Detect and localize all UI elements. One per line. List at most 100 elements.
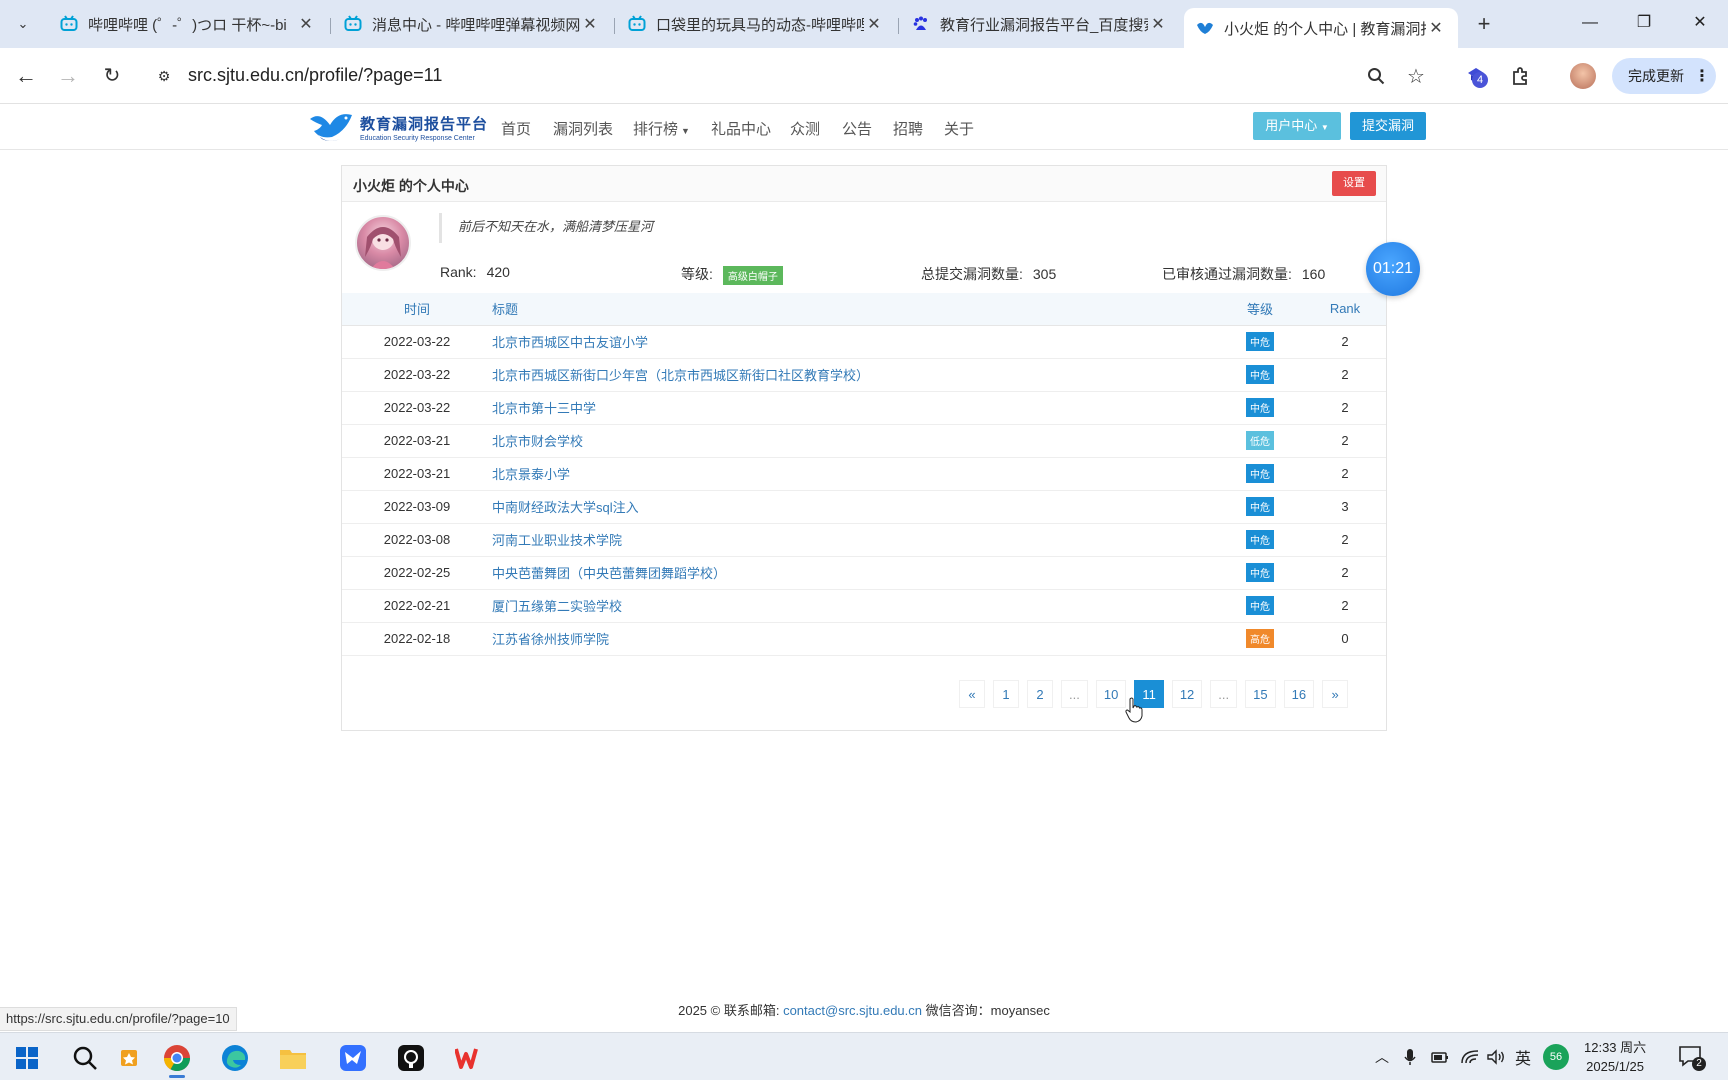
- cell-date: 2022-03-08: [342, 523, 492, 557]
- tab-bilibili-home[interactable]: 哔哩哔哩 (゜-゜)つロ 干杯~-bi ✕: [48, 8, 328, 40]
- close-window-button[interactable]: ✕: [1680, 8, 1720, 38]
- bookmark-star-icon[interactable]: ☆: [1402, 62, 1430, 90]
- start-menu-icon[interactable]: [10, 1041, 44, 1075]
- user-avatar: [355, 215, 411, 271]
- footer-email-link[interactable]: contact@src.sjtu.edu.cn: [783, 1003, 922, 1018]
- tab-close-icon[interactable]: ✕: [864, 14, 884, 34]
- vuln-title-link[interactable]: 北京市西城区新街口少年宫（北京市西城区新街口社区教育学校）: [492, 368, 869, 383]
- nav-vuln-list[interactable]: 漏洞列表: [553, 118, 613, 139]
- back-button[interactable]: ←: [12, 62, 40, 90]
- logo-bird-icon: [310, 114, 352, 141]
- edge-icon[interactable]: [218, 1041, 252, 1075]
- page-button[interactable]: 16: [1283, 680, 1315, 708]
- tab-close-icon[interactable]: ✕: [296, 14, 316, 34]
- tab-bilibili-dynamic[interactable]: 口袋里的玩具马的动态-哔哩哔哩 ✕: [616, 8, 896, 40]
- cell-rank: 2: [1304, 457, 1386, 491]
- battery-level: 56: [1543, 1044, 1569, 1070]
- nav-leaderboard[interactable]: 排行榜 ▼: [633, 118, 690, 139]
- wps-icon[interactable]: [452, 1041, 486, 1075]
- edusrc-icon: [1196, 19, 1214, 37]
- submit-vuln-button[interactable]: 提交漏洞: [1350, 112, 1426, 140]
- cell-date: 2022-03-21: [342, 457, 492, 491]
- tab-close-icon[interactable]: ✕: [1148, 14, 1168, 34]
- stat-approved-value: 160: [1301, 266, 1326, 282]
- cell-level: 高危: [1216, 622, 1304, 656]
- floating-timer[interactable]: 01:21: [1366, 242, 1420, 296]
- pinned-app-icon[interactable]: [112, 1041, 146, 1075]
- zoom-icon[interactable]: [1362, 62, 1390, 90]
- tab-bilibili-messages[interactable]: 消息中心 - 哔哩哔哩弹幕视频网 ✕: [332, 8, 612, 40]
- tray-chevron-up-icon[interactable]: ︿: [1372, 1045, 1392, 1069]
- site-logo[interactable]: 教育漏洞报告平台 Education Security Response Cen…: [306, 109, 488, 145]
- tab-baidu-search[interactable]: 教育行业漏洞报告平台_百度搜索 ✕: [900, 8, 1180, 40]
- update-button[interactable]: 完成更新 ⋮: [1612, 58, 1716, 94]
- new-tab-button[interactable]: +: [1470, 10, 1498, 38]
- page-button[interactable]: 2: [1027, 680, 1053, 708]
- footer-wechat: 微信咨询：moyansec: [925, 1003, 1050, 1018]
- minimize-button[interactable]: —: [1570, 8, 1610, 38]
- vuln-title-link[interactable]: 北京景泰小学: [492, 467, 570, 482]
- table-header-row: 时间 标题 等级 Rank: [342, 293, 1386, 326]
- cell-date: 2022-02-21: [342, 589, 492, 623]
- nav-gift-center[interactable]: 礼品中心: [711, 118, 771, 139]
- github-icon[interactable]: [394, 1041, 428, 1075]
- extensions-puzzle-icon[interactable]: [1506, 62, 1534, 90]
- vuln-title-link[interactable]: 北京市西城区中古友谊小学: [492, 335, 648, 350]
- file-explorer-icon[interactable]: [276, 1041, 310, 1075]
- microphone-icon[interactable]: [1400, 1045, 1420, 1069]
- page-button[interactable]: 10: [1095, 680, 1127, 708]
- nav-about[interactable]: 关于: [944, 118, 974, 139]
- address-bar-input[interactable]: src.sjtu.edu.cn/profile/?page=11: [188, 65, 442, 86]
- panel-header: 小火炬 的个人中心 设置: [342, 166, 1386, 202]
- page-button[interactable]: 12: [1171, 680, 1203, 708]
- battery-indicator[interactable]: 56: [1542, 1044, 1570, 1070]
- user-signature: 前后不知天在水，满船清梦压星河: [439, 213, 1039, 243]
- page-next-button[interactable]: »: [1322, 680, 1349, 708]
- vuln-title-link[interactable]: 厦门五缘第二实验学校: [492, 599, 622, 614]
- cell-title: 中央芭蕾舞团（中央芭蕾舞团舞蹈学校）: [492, 556, 1216, 590]
- vuln-title-link[interactable]: 北京市第十三中学: [492, 401, 596, 416]
- reload-button[interactable]: ↻: [98, 62, 126, 90]
- nav-jobs[interactable]: 招聘: [893, 118, 923, 139]
- page-button[interactable]: 15: [1245, 680, 1276, 708]
- severity-badge: 中危: [1246, 497, 1274, 516]
- tab-close-icon[interactable]: ✕: [580, 14, 600, 34]
- tab-close-icon[interactable]: ✕: [1426, 18, 1446, 38]
- vuln-title-link[interactable]: 江苏省徐州技师学院: [492, 632, 609, 647]
- search-icon[interactable]: [68, 1041, 102, 1075]
- forward-button[interactable]: →: [54, 62, 82, 90]
- status-bar-url: https://src.sjtu.edu.cn/profile/?page=10: [0, 1007, 237, 1031]
- settings-button[interactable]: 设置: [1332, 171, 1376, 196]
- col-header-title: 标题: [492, 293, 1216, 326]
- chrome-icon[interactable]: [160, 1041, 194, 1078]
- page-prev-button[interactable]: «: [959, 680, 985, 708]
- tab-title: 教育行业漏洞报告平台_百度搜索: [940, 16, 1148, 34]
- user-center-button[interactable]: 用户中心 ▼: [1253, 112, 1341, 140]
- nav-home[interactable]: 首页: [501, 118, 531, 139]
- hand-cursor-icon: [1125, 697, 1143, 723]
- restore-button[interactable]: ❐: [1624, 8, 1664, 38]
- power-plug-icon[interactable]: [1428, 1045, 1452, 1069]
- vuln-title-link[interactable]: 北京市财会学校: [492, 434, 583, 449]
- wifi-icon[interactable]: [1458, 1045, 1482, 1069]
- vuln-title-link[interactable]: 中央芭蕾舞团（中央芭蕾舞团舞蹈学校）: [492, 566, 726, 581]
- cell-title: 江苏省徐州技师学院: [492, 622, 1216, 656]
- nav-crowdtest[interactable]: 众测: [790, 118, 820, 139]
- profile-avatar[interactable]: [1570, 63, 1596, 89]
- vuln-title-link[interactable]: 河南工业职业技术学院: [492, 533, 622, 548]
- cell-rank: 2: [1304, 523, 1386, 557]
- cell-level: 中危: [1216, 556, 1304, 590]
- tab-edusrc-profile[interactable]: 小火炬 的个人中心 | 教育漏洞报 ✕: [1184, 8, 1458, 48]
- lark-icon[interactable]: [336, 1041, 370, 1075]
- tab-search-icon[interactable]: ⌄: [8, 10, 38, 38]
- cell-level: 中危: [1216, 358, 1304, 392]
- vuln-title-link[interactable]: 中南财经政法大学sql注入: [492, 500, 639, 515]
- more-menu-icon[interactable]: ⋮: [1694, 66, 1710, 86]
- volume-icon[interactable]: [1484, 1045, 1508, 1069]
- nav-announcements[interactable]: 公告: [842, 118, 872, 139]
- site-info-icon[interactable]: ⚙: [150, 62, 178, 90]
- system-clock[interactable]: 12:33 周六 2025/1/25: [1584, 1038, 1646, 1076]
- page-button[interactable]: 1: [993, 680, 1019, 708]
- ime-indicator[interactable]: 英: [1512, 1045, 1534, 1069]
- severity-badge: 中危: [1246, 332, 1274, 351]
